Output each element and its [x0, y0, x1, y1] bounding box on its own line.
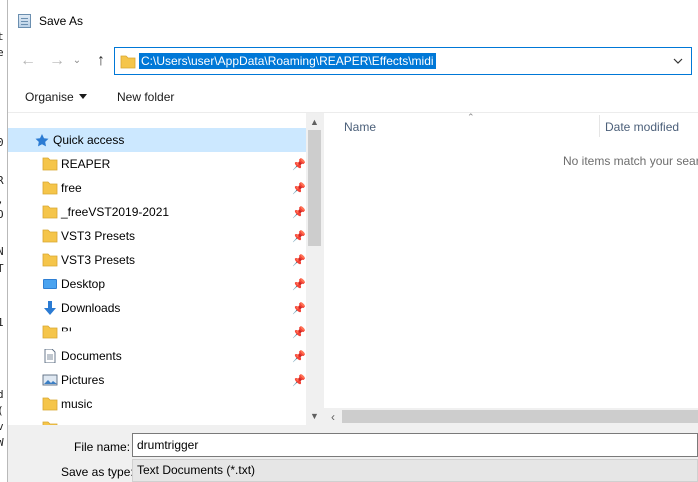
file-horizontal-scrollbar[interactable]: ‹ [324, 408, 698, 425]
chevron-down-icon[interactable] [671, 54, 685, 68]
folder-icon [42, 205, 58, 219]
bg-char: 0 [0, 136, 4, 149]
sidebar-item-freevst2019-2021[interactable]: _freeVST2019-2021 📌 [8, 200, 306, 224]
file-name-label: File name: [74, 440, 131, 454]
desktop-icon [43, 279, 57, 289]
bg-char: 1 [0, 316, 4, 329]
scrollbar-thumb[interactable] [308, 130, 321, 246]
navigation-pane: Quick access REAPER 📌 free 📌 _freeVST201… [8, 113, 323, 425]
column-header-name[interactable]: Name [344, 120, 376, 134]
folder-icon [42, 157, 58, 171]
sidebar-item-reaper[interactable]: REAPER 📌 [8, 152, 306, 176]
save-as-type-label: Save as type: [61, 465, 134, 479]
up-arrow-icon[interactable]: ↑ [91, 51, 111, 71]
address-row: ← → ⌄ ↑ C:\Users\user\AppData\Roaming\RE… [8, 47, 698, 77]
star-icon [35, 134, 49, 147]
sidebar-item-label: music [61, 397, 93, 411]
sidebar-item-vst3-presets[interactable]: VST3 Presets 📌 [8, 224, 306, 248]
scroll-left-icon[interactable]: ‹ [331, 410, 335, 424]
bg-char: v [0, 420, 4, 433]
sidebar-item-desktop[interactable]: Desktop 📌 [8, 272, 306, 296]
file-name-input[interactable]: drumtrigger [132, 433, 698, 457]
pin-icon[interactable]: 📌 [292, 302, 306, 315]
scroll-down-icon[interactable]: ▼ [310, 411, 319, 421]
pictures-icon [42, 374, 58, 386]
back-arrow-icon[interactable]: ← [18, 51, 38, 71]
bg-char: ( [0, 404, 4, 417]
save-as-type-select[interactable]: Text Documents (*.txt) [132, 459, 698, 482]
sidebar-item-label: Bl.. [61, 325, 79, 339]
sidebar-item-pictures[interactable]: Pictures 📌 [8, 368, 306, 392]
pin-icon[interactable]: 📌 [292, 206, 306, 219]
pin-icon[interactable]: 📌 [292, 230, 306, 243]
address-bar[interactable]: C:\Users\user\AppData\Roaming\REAPER\Eff… [114, 47, 692, 75]
notepad-icon [18, 13, 31, 28]
dialog-title: Save As [39, 13, 84, 28]
bg-char: N [0, 245, 4, 258]
sidebar-item-music[interactable]: music [8, 392, 306, 416]
folder-icon [42, 181, 58, 195]
command-bar: Organise New folder [8, 84, 698, 112]
sidebar-item-label: free [61, 181, 82, 195]
pin-icon[interactable]: 📌 [292, 326, 306, 339]
sidebar-item-downloads[interactable]: Downloads 📌 [8, 296, 306, 320]
folder-icon [42, 325, 58, 339]
bg-char: R [0, 174, 4, 187]
organise-button[interactable]: Organise [25, 90, 87, 104]
sidebar-item-obscured[interactable]: Bl.. 📌 [8, 320, 306, 344]
save-options-area: File name: drumtrigger Save as type: Tex… [8, 425, 698, 482]
bg-char: d [0, 388, 4, 401]
sidebar-item-vst3-presets[interactable]: VST3 Presets 📌 [8, 248, 306, 272]
organise-label: Organise [25, 90, 74, 104]
folder-icon [42, 229, 58, 243]
pin-icon[interactable]: 📌 [292, 254, 306, 267]
column-separator[interactable] [599, 115, 600, 137]
column-header-date-modified[interactable]: Date modified [605, 120, 679, 134]
save-as-dialog: Save As ← → ⌄ ↑ C:\Users\user\AppData\Ro… [7, 0, 698, 482]
forward-arrow-icon[interactable]: → [47, 51, 67, 71]
pin-icon[interactable]: 📌 [292, 158, 306, 171]
bg-char: O [0, 208, 4, 221]
sidebar-item-label: REAPER [61, 157, 111, 171]
sidebar-item-label: Pictures [61, 373, 105, 387]
sort-ascending-icon: ⌃ [467, 113, 475, 122]
pin-icon[interactable]: 📌 [292, 350, 306, 363]
empty-folder-message: No items match your search. [563, 154, 698, 168]
column-header-row: ⌃ Name Date modified [324, 113, 698, 139]
download-icon [44, 301, 56, 315]
pin-icon[interactable]: 📌 [292, 278, 306, 291]
pin-icon[interactable]: 📌 [292, 374, 306, 387]
sidebar-item-quick-access[interactable]: Quick access [8, 128, 306, 152]
sidebar-item-cutoff[interactable] [8, 416, 306, 425]
sidebar-item-free[interactable]: free 📌 [8, 176, 306, 200]
sidebar-item-label: Quick access [53, 133, 125, 147]
nav-vertical-scrollbar[interactable]: ▲ ▼ [306, 113, 323, 425]
title-bar[interactable]: Save As [8, 0, 698, 41]
bg-char: , [0, 193, 4, 206]
sidebar-item-label: Downloads [61, 301, 121, 315]
bg-char: W [0, 436, 4, 449]
recent-locations-chevron-icon[interactable]: ⌄ [67, 51, 87, 71]
folder-icon [120, 55, 136, 69]
bg-char: T [0, 262, 4, 275]
pin-icon[interactable]: 📌 [292, 182, 306, 195]
sidebar-item-label: VST3 Presets [61, 253, 136, 267]
sidebar-item-label: VST3 Presets [61, 229, 136, 243]
bg-char: e [0, 46, 4, 59]
scrollbar-thumb[interactable] [342, 410, 698, 423]
new-folder-button[interactable]: New folder [117, 90, 174, 104]
folder-icon [42, 397, 58, 411]
folder-icon [42, 253, 58, 267]
scroll-up-icon[interactable]: ▲ [310, 117, 319, 127]
caret-down-icon [78, 94, 87, 99]
file-list-pane: ⌃ Name Date modified No items match your… [324, 113, 698, 425]
sidebar-item-documents[interactable]: Documents 📌 [8, 344, 306, 368]
documents-icon [44, 349, 56, 363]
bg-char: t [0, 30, 4, 43]
sidebar-item-label: Documents [61, 349, 122, 363]
sidebar-item-label: Desktop [61, 277, 106, 291]
sidebar-item-label: _freeVST2019-2021 [61, 205, 170, 219]
background-app-strip: t e 0 R , O N T 1 d ( v W [0, 0, 7, 482]
address-path[interactable]: C:\Users\user\AppData\Roaming\REAPER\Eff… [139, 53, 436, 69]
